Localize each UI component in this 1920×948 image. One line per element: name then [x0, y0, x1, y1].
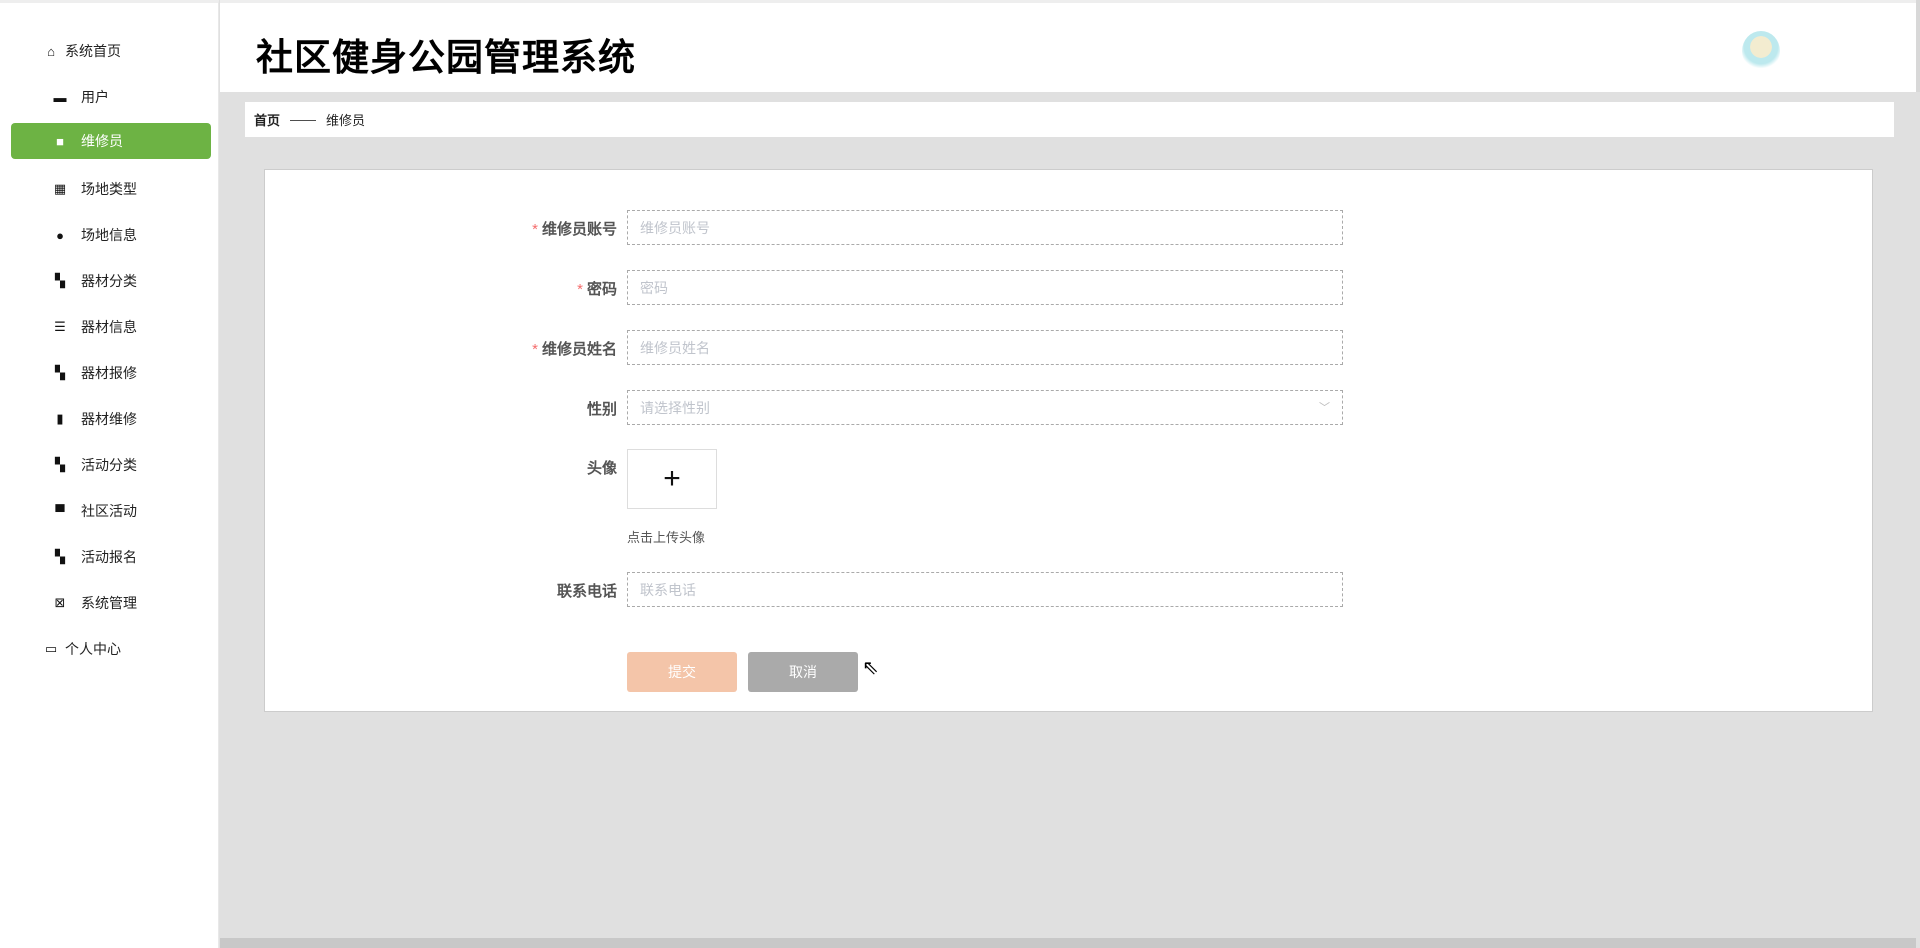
- gender-row: 性别 请选择性别 ﹀: [265, 390, 1872, 425]
- vertical-scrollbar[interactable]: [1916, 0, 1920, 92]
- mouse-cursor-icon: ⇖: [862, 657, 879, 679]
- password-label-text: 密码: [586, 281, 617, 298]
- required-mark: *: [577, 281, 583, 298]
- phone-placeholder: 联系电话: [640, 581, 696, 598]
- sidebar: ⌂ 系统首页 ▬ 用户 ■ 维修员 ▦ 场地类型 ● 场地信息 ▚ 器材分类 ☰ 器材信息 ▚…: [0, 0, 219, 948]
- briefcase-icon: ■: [56, 133, 64, 149]
- name-label-text: 维修员姓名: [541, 341, 617, 358]
- bar-chart-icon: ▮: [56, 411, 64, 426]
- gender-select[interactable]: 请选择性别 ﹀: [627, 390, 1343, 425]
- password-label: * 密码: [577, 278, 617, 299]
- plus-icon: +: [663, 462, 681, 495]
- sidebar-item-system-management[interactable]: ⊠ 系统管理: [11, 585, 211, 621]
- sidebar-item-personal-center[interactable]: ▭ 个人中心: [11, 631, 211, 667]
- bulb-icon: ●: [56, 227, 64, 243]
- password-input[interactable]: 密码: [627, 270, 1343, 305]
- sidebar-item-user[interactable]: ▬ 用户: [11, 79, 211, 115]
- password-row: * 密码 密码: [265, 270, 1872, 305]
- breadcrumb-current: 维修员: [326, 113, 366, 128]
- avatar[interactable]: [1742, 31, 1780, 71]
- phone-input[interactable]: 联系电话: [627, 572, 1343, 607]
- sliders-icon: ☰: [54, 319, 66, 334]
- name-placeholder: 维修员姓名: [640, 339, 710, 356]
- phone-label: 联系电话: [556, 583, 617, 600]
- clipboard-icon: ⊠: [54, 595, 66, 610]
- account-placeholder: 维修员账号: [640, 219, 710, 236]
- chevron-down-icon: ﹀: [1319, 402, 1330, 414]
- sidebar-item-venue-info[interactable]: ● 场地信息: [11, 217, 211, 253]
- avatar-label: 头像: [586, 460, 617, 477]
- comment-icon: ▀: [55, 503, 65, 519]
- sidebar-item-activity-signup[interactable]: ▚ 活动报名: [11, 539, 211, 575]
- account-label-text: 维修员账号: [541, 221, 617, 238]
- name-input[interactable]: 维修员姓名: [627, 330, 1343, 365]
- user-icon: ▬: [53, 89, 67, 105]
- apps-icon: ▚: [55, 549, 65, 564]
- apps-icon: ▚: [55, 273, 65, 288]
- apps-icon: ▚: [55, 365, 65, 380]
- sidebar-item-equipment-repair[interactable]: ▮ 器材维修: [11, 401, 211, 437]
- sidebar-item-venue-type[interactable]: ▦ 场地类型: [11, 171, 211, 207]
- gender-placeholder: 请选择性别: [640, 399, 710, 416]
- required-mark: *: [532, 341, 538, 358]
- gender-label: 性别: [586, 401, 617, 418]
- apps-icon: ▚: [55, 457, 65, 472]
- sidebar-item-equipment-report[interactable]: ▚ 器材报修: [11, 355, 211, 391]
- page-title: 社区健身公园管理系统: [256, 37, 636, 78]
- required-mark: *: [532, 221, 538, 238]
- breadcrumb-home[interactable]: 首页: [254, 110, 280, 129]
- sidebar-item-equipment-info[interactable]: ☰ 器材信息: [11, 309, 211, 345]
- account-row: * 维修员账号 维修员账号: [265, 210, 1872, 245]
- phone-row: 联系电话 联系电话: [265, 572, 1872, 607]
- account-label: * 维修员账号: [532, 218, 617, 239]
- sidebar-item-activity-category[interactable]: ▚ 活动分类: [11, 447, 211, 483]
- horizontal-scrollbar[interactable]: [220, 938, 1916, 948]
- card-icon: ▭: [44, 641, 58, 656]
- sidebar-item-community-activity[interactable]: ▀ 社区活动: [11, 493, 211, 529]
- repairman-form: * 维修员账号 维修员账号 * 密码 密码 * 维修员姓名 维修员姓名 性别 请选择性…: [264, 169, 1873, 712]
- sidebar-item-home[interactable]: ⌂ 系统首页: [11, 33, 211, 69]
- breadcrumb-separator: ——: [290, 112, 317, 127]
- header: 社区健身公园管理系统: [220, 0, 1920, 92]
- sidebar-item-repairman[interactable]: ■ 维修员: [11, 123, 211, 159]
- avatar-row: 头像: [265, 449, 1872, 484]
- avatar-upload-button[interactable]: +: [627, 449, 717, 509]
- cancel-button[interactable]: 取消: [748, 652, 858, 692]
- name-label: * 维修员姓名: [532, 338, 617, 359]
- sidebar-item-equipment-category[interactable]: ▚ 器材分类: [11, 263, 211, 299]
- password-placeholder: 密码: [640, 279, 668, 296]
- avatar-upload-hint: 点击上传头像: [627, 530, 706, 545]
- name-row: * 维修员姓名 维修员姓名: [265, 330, 1872, 365]
- breadcrumb: 首页 —— 维修员: [245, 102, 1894, 137]
- home-icon: ⌂: [47, 43, 55, 59]
- submit-button[interactable]: 提交: [627, 652, 737, 692]
- grid-icon: ▦: [53, 181, 67, 196]
- account-input[interactable]: 维修员账号: [627, 210, 1343, 245]
